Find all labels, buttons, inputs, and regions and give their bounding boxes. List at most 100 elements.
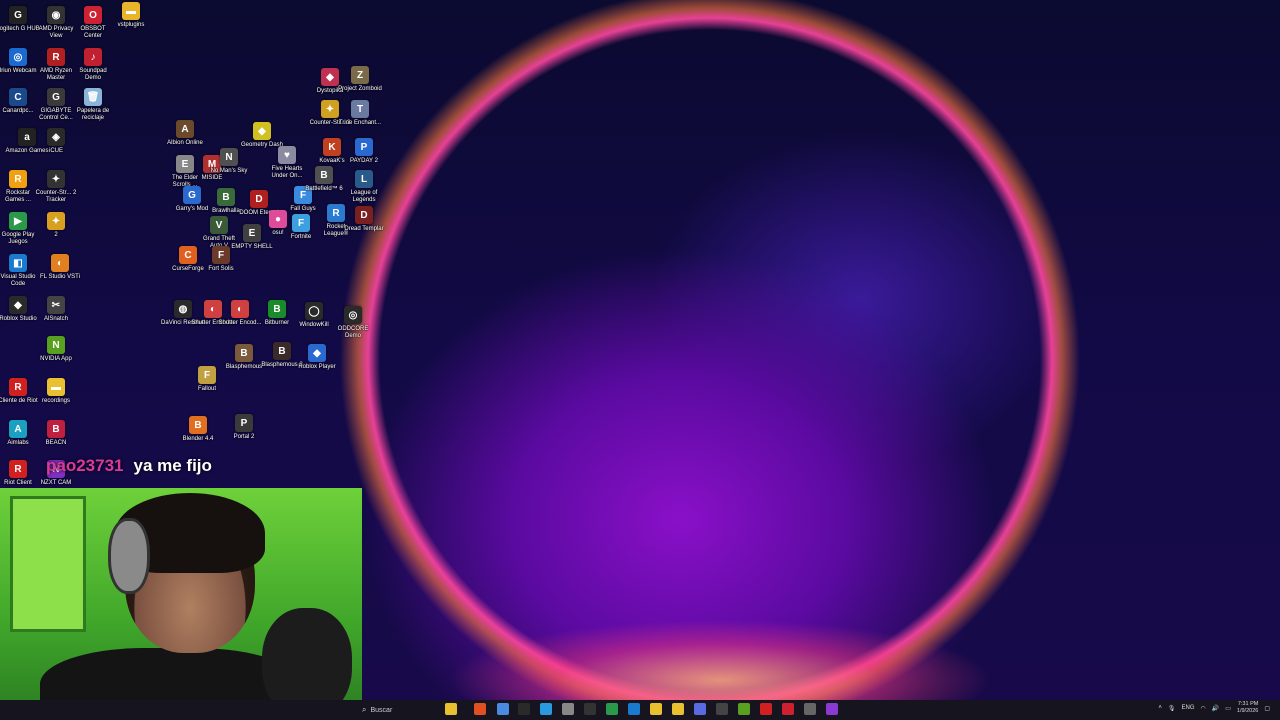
desktop-icon-label: Counter-Str... 2 Tracker	[35, 190, 77, 203]
desktop-icon-label: Roblox Player	[298, 364, 336, 370]
obs-studio-icon[interactable]	[826, 703, 838, 715]
desktop-icon[interactable]: ◆ Roblox Player	[295, 344, 339, 371]
app-icon: ▬	[47, 378, 65, 396]
spotify-icon[interactable]	[606, 703, 618, 715]
chevron-up-icon[interactable]: ˄	[1158, 705, 1162, 711]
file-explorer-icon[interactable]	[445, 703, 457, 715]
obs-icon[interactable]	[716, 703, 728, 715]
app-icon: B	[47, 420, 65, 438]
app-icon: ♪	[84, 48, 102, 66]
desktop-icon[interactable]: ♪ Soundpad Demo	[71, 48, 115, 82]
app-icon: L	[355, 170, 373, 188]
desktop-icon-label: NZXT CAM	[40, 480, 72, 486]
webcam-overlay	[0, 488, 362, 720]
desktop-icon-label: Fortnite	[290, 234, 312, 240]
brave-icon[interactable]	[474, 703, 486, 715]
notes-icon[interactable]	[672, 703, 684, 715]
desktop-icon[interactable]: ◐ FL Studio VSTi	[38, 254, 82, 281]
vscode-icon[interactable]	[628, 703, 640, 715]
desktop-icon[interactable]: B Battlefield™ 6	[302, 166, 346, 193]
desktop-icon[interactable]: A Albion Online	[163, 120, 207, 147]
app-icon: ◆	[321, 68, 339, 86]
language-indicator[interactable]: ENG	[1181, 705, 1194, 711]
desktop-icon-label: WindowKill	[299, 322, 329, 328]
desktop-icon[interactable]: B Blender 4.4	[176, 416, 220, 443]
discord-icon[interactable]	[694, 703, 706, 715]
app-icon: ◎	[9, 48, 27, 66]
desktop-icon[interactable]: B BEACN	[34, 420, 78, 447]
edge-icon[interactable]	[540, 703, 552, 715]
desktop-icon[interactable]: ▬ recordings	[34, 378, 78, 405]
terminal-icon[interactable]	[584, 703, 596, 715]
desktop-icon[interactable]: ◧ Visual Studio Code	[0, 254, 40, 288]
desktop-icon-label: Papelera de reciclaje	[76, 108, 110, 121]
desktop-icon[interactable]: F Fallout	[185, 366, 229, 393]
app-icon: R	[9, 170, 27, 188]
app-icon: ◉	[47, 6, 65, 24]
opera-icon[interactable]	[782, 703, 794, 715]
desktop-icon-label: Soundpad Demo	[79, 68, 107, 81]
chatgpt-icon[interactable]	[804, 703, 816, 715]
desktop-icon[interactable]: ◆ Geometry Dash	[240, 122, 284, 149]
battery-icon[interactable]: ▭	[1225, 705, 1231, 712]
app-icon: N	[47, 336, 65, 354]
volume-icon[interactable]: 🔊	[1212, 705, 1219, 712]
desktop-icon[interactable]: 🗑 Papelera de reciclaje	[71, 88, 115, 122]
app-icon: O	[84, 6, 102, 24]
desktop-icon-label: No Man's Sky	[210, 168, 248, 174]
desktop-icon-label: NVIDIA App	[40, 356, 72, 362]
app-icon: R	[9, 378, 27, 396]
desktop-icon[interactable]: ◯ WindowKill	[292, 302, 336, 329]
clock-date: 1/9/2026	[1236, 708, 1259, 714]
desktop-icon[interactable]: L League of Legends	[342, 170, 386, 204]
desktop-icon-label: PAYDAY 2	[350, 158, 378, 164]
nvidia-icon[interactable]	[738, 703, 750, 715]
app-icon: ◆	[308, 344, 326, 362]
riot-icon[interactable]	[760, 703, 772, 715]
desktop-icon[interactable]: P PAYDAY 2	[342, 138, 386, 165]
explorer-icon[interactable]	[650, 703, 662, 715]
desktop-icon-label: Albion Online	[167, 140, 203, 146]
app-icon: A	[9, 420, 27, 438]
desktop-icon[interactable]: ◎ ODDCORE Demo	[331, 306, 375, 340]
desktop-icon[interactable]: ✂ AlSnatch	[34, 296, 78, 323]
app-icon: B	[189, 416, 207, 434]
notification-icon[interactable]: ▢	[1264, 705, 1270, 712]
steam-icon[interactable]	[518, 703, 530, 715]
wifi-icon[interactable]: ◠	[1201, 705, 1206, 712]
desktop-icon[interactable]: D Dread Templar	[342, 206, 386, 233]
app-icon: T	[351, 100, 369, 118]
chrome-icon[interactable]	[497, 703, 509, 715]
chat-username: pao23731	[46, 456, 124, 475]
desktop-icon[interactable]: ▬ vstplugins	[109, 2, 153, 29]
settings-icon[interactable]	[562, 703, 574, 715]
app-icon: ✦	[47, 212, 65, 230]
app-icon: ◐	[231, 300, 249, 318]
mic-tray-icon[interactable]: 🎙	[1168, 705, 1176, 712]
desktop-icon[interactable]: N NVIDIA App	[34, 336, 78, 363]
app-icon: F	[292, 214, 310, 232]
desktop-icon-label: Portal 2	[233, 434, 255, 440]
desktop-icon[interactable]: T Trine Enchant...	[338, 100, 382, 127]
app-icon: ✦	[321, 100, 339, 118]
desktop-icon[interactable]: P Portal 2	[222, 414, 266, 441]
app-icon: ▬	[122, 2, 140, 20]
desktop-icon-label: Roblox Studio	[0, 316, 37, 322]
desktop-icon[interactable]: N No Man's Sky	[207, 148, 251, 175]
clock[interactable]: 7:31 PM 1/9/2026	[1237, 701, 1258, 715]
desktop-icon-label: BEACN	[45, 440, 67, 446]
app-icon: B	[273, 342, 291, 360]
desktop-icon-label: Trine Enchant...	[338, 120, 382, 126]
clock-time: 7:31 PM	[1237, 701, 1259, 707]
desktop-icon[interactable]: Z Project Zomboid	[338, 66, 382, 93]
app-icon: G	[47, 88, 65, 106]
app-icon: P	[235, 414, 253, 432]
desktop-icon[interactable]: ✦ Counter-Str... 2 Tracker	[34, 170, 78, 204]
desktop-icon-label: Canardpc...	[2, 108, 34, 114]
app-icon: ◧	[9, 254, 27, 272]
desktop-icon[interactable]: F Fort Solis	[199, 246, 243, 273]
desktop-icon[interactable]: ✦ 2	[34, 212, 78, 239]
desktop-icon[interactable]: ◈ iCUE	[34, 128, 78, 155]
app-icon: Z	[351, 66, 369, 84]
app-icon: ◎	[344, 306, 362, 324]
